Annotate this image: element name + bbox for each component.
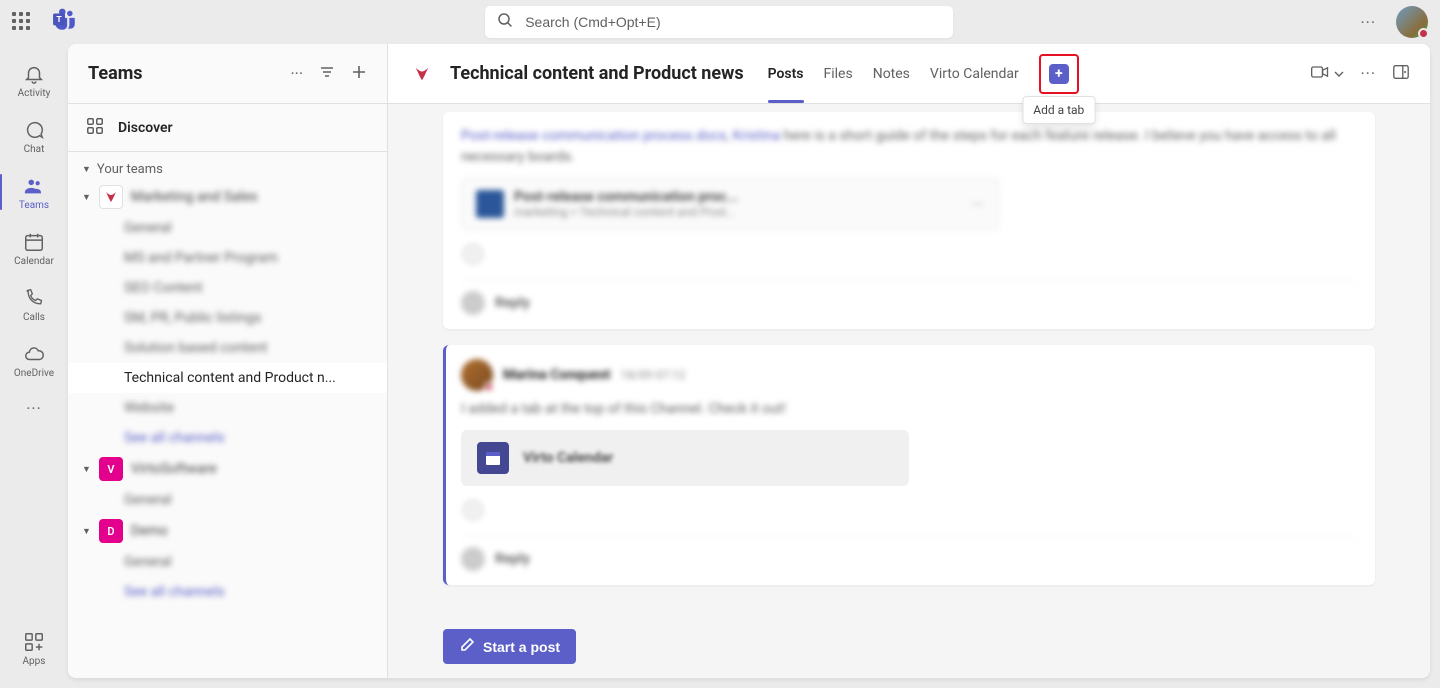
rail-onedrive[interactable]: OneDrive xyxy=(0,332,68,388)
post-timestamp: 18/09 07:12 xyxy=(621,368,686,382)
rail-more-icon[interactable]: ··· xyxy=(0,388,68,428)
rail-teams[interactable]: Teams xyxy=(0,164,68,220)
presence-busy-icon xyxy=(1418,28,1429,39)
channel-header: Technical content and Product news Posts… xyxy=(388,44,1430,104)
search-input[interactable] xyxy=(525,14,941,30)
rail-calls[interactable]: Calls xyxy=(0,276,68,332)
channel-avatar-icon xyxy=(408,60,436,88)
channel-row[interactable]: SM, PR, Public listings xyxy=(68,303,387,333)
teams-logo-icon[interactable]: T xyxy=(52,7,78,37)
app-launcher-icon[interactable] xyxy=(12,12,32,32)
tab-files[interactable]: Files xyxy=(824,44,853,103)
see-all-channels-link[interactable]: See all channels xyxy=(68,423,387,453)
avatar-icon xyxy=(461,547,485,571)
team-avatar-icon: V xyxy=(99,457,123,481)
reaction-chip[interactable] xyxy=(461,498,485,522)
post-card: Post-release communication process.docx,… xyxy=(443,112,1375,329)
cloud-icon xyxy=(22,342,46,366)
teams-sidebar: Teams ··· Discover ▼Your teams ▼ Marketi… xyxy=(68,44,388,678)
your-teams-header[interactable]: ▼Your teams xyxy=(68,152,387,181)
start-post-button[interactable]: Start a post xyxy=(443,629,576,664)
add-tab-highlight: + Add a tab xyxy=(1039,54,1079,94)
channel-row[interactable]: General xyxy=(68,547,387,577)
add-tab-button[interactable]: + xyxy=(1045,60,1073,88)
team-avatar-icon xyxy=(99,185,123,209)
team-avatar-icon: D xyxy=(99,519,123,543)
tab-virto-calendar[interactable]: Virto Calendar xyxy=(930,44,1019,103)
calendar-icon xyxy=(22,230,46,254)
chevron-down-icon xyxy=(1334,64,1344,83)
team-row-demo[interactable]: ▼ D Demo xyxy=(68,515,387,547)
reaction-chip[interactable] xyxy=(461,242,485,266)
post-card: Marina Conquest 18/09 07:12 I added a ta… xyxy=(443,345,1375,585)
video-icon xyxy=(1310,62,1330,86)
user-avatar-icon xyxy=(461,359,493,391)
rail-apps[interactable]: Apps xyxy=(0,620,68,676)
create-team-icon[interactable] xyxy=(351,64,367,84)
filter-icon[interactable] xyxy=(319,64,335,84)
channel-row[interactable]: Solution based content xyxy=(68,333,387,363)
team-row-virtosoftware[interactable]: ▼ V VirtoSoftware xyxy=(68,453,387,485)
rail-activity[interactable]: Activity xyxy=(0,52,68,108)
rail-calendar[interactable]: Calendar xyxy=(0,220,68,276)
virto-calendar-icon xyxy=(477,442,509,474)
word-doc-icon xyxy=(476,190,504,218)
team-row-marketing[interactable]: ▼ Marketing and Sales xyxy=(68,181,387,213)
attachment-more-icon[interactable]: ··· xyxy=(971,195,984,214)
tab-notes[interactable]: Notes xyxy=(873,44,910,103)
global-search[interactable] xyxy=(485,6,953,38)
channel-title: Technical content and Product news xyxy=(450,63,744,84)
reply-button[interactable]: Reply xyxy=(461,280,1357,315)
avatar-icon xyxy=(461,291,485,315)
sidebar-more-icon[interactable]: ··· xyxy=(290,64,303,84)
reply-button[interactable]: Reply xyxy=(461,536,1357,571)
open-pane-icon[interactable] xyxy=(1392,63,1410,85)
posts-list: Post-release communication process.docx,… xyxy=(388,104,1430,678)
svg-text:T: T xyxy=(56,14,62,24)
app-rail: Activity Chat Teams Calendar Calls OneDr… xyxy=(0,44,68,688)
channel-more-icon[interactable]: ··· xyxy=(1360,64,1376,83)
chat-icon xyxy=(22,118,46,142)
discover-icon xyxy=(86,117,104,139)
apps-icon xyxy=(22,630,46,654)
phone-icon xyxy=(22,286,46,310)
tab-card-attachment[interactable]: Virto Calendar xyxy=(461,430,909,486)
see-all-channels-link[interactable]: See all channels xyxy=(68,577,387,607)
channel-row[interactable]: Website xyxy=(68,393,387,423)
channel-row-selected[interactable]: Technical content and Product n... xyxy=(68,363,387,393)
user-avatar[interactable] xyxy=(1396,6,1428,38)
settings-more-icon[interactable]: ··· xyxy=(1360,13,1376,32)
channel-row[interactable]: General xyxy=(68,213,387,243)
sidebar-title: Teams xyxy=(88,63,290,84)
compose-icon xyxy=(459,637,475,656)
rail-chat[interactable]: Chat xyxy=(0,108,68,164)
plus-icon: + xyxy=(1049,64,1069,84)
channel-row[interactable]: SEO Content xyxy=(68,273,387,303)
tab-posts[interactable]: Posts xyxy=(768,44,804,103)
meet-button[interactable] xyxy=(1310,62,1344,86)
search-icon xyxy=(497,12,513,32)
channel-row[interactable]: General xyxy=(68,485,387,515)
channel-row[interactable]: MS and Partner Program xyxy=(68,243,387,273)
bell-icon xyxy=(22,62,46,86)
people-icon xyxy=(22,174,46,198)
add-tab-tooltip: Add a tab xyxy=(1022,96,1095,124)
post-author: Marina Conquest xyxy=(503,367,611,383)
discover-button[interactable]: Discover xyxy=(68,104,387,152)
file-attachment[interactable]: Post-release communication proc... marke… xyxy=(461,178,999,230)
